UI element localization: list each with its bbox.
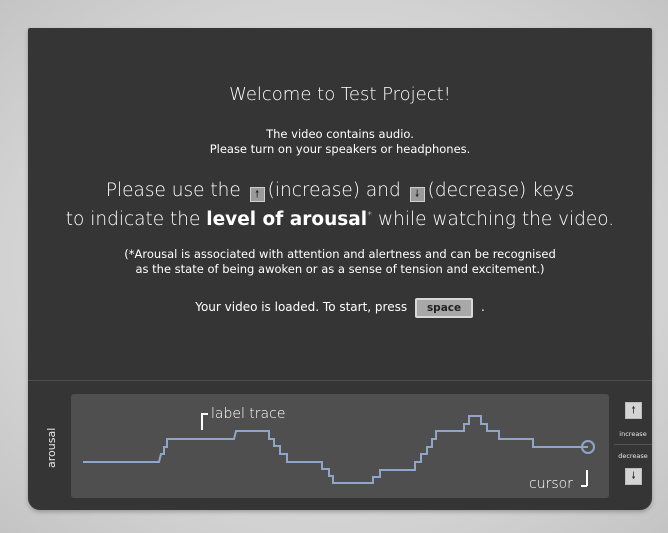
instruction-line2: to indicate the level of arousal* while … — [28, 203, 652, 232]
control-separator — [614, 444, 652, 445]
trace-svg: label trace cursor — [83, 406, 595, 492]
start-prompt-suffix: . — [480, 300, 485, 314]
trace-area: label trace cursor — [71, 394, 609, 498]
instruction-part1: Please use the — [105, 180, 241, 201]
arrow-up-icon[interactable]: 🠕 — [625, 402, 642, 419]
arrow-down-icon[interactable]: 🠗 — [625, 468, 642, 485]
arousal-axis-label: arousal — [45, 427, 58, 468]
decrease-label: decrease — [618, 452, 648, 460]
increase-text: (increase) and — [267, 180, 401, 201]
instruction-part2: to indicate the — [65, 209, 201, 231]
task-panel: Welcome to Test Project! The video conta… — [28, 28, 652, 510]
arousal-emphasis: level of arousal — [206, 209, 368, 231]
welcome-title: Welcome to Test Project! — [229, 84, 451, 105]
instruction-text: Please use the 🠕 (increase) and 🠗 (decreas… — [28, 178, 652, 232]
audio-notice: The video contains audio. Please turn on… — [28, 127, 652, 157]
note-line2: as the state of being awoken or as a sen… — [135, 262, 545, 276]
control-buttons: 🠕 increase decrease 🠗 — [614, 400, 652, 496]
label-trace-line — [83, 415, 588, 484]
cursor-label: cursor — [529, 476, 573, 492]
label-trace-text: label trace — [211, 406, 285, 422]
divider — [28, 380, 652, 381]
increase-label: increase — [619, 430, 647, 438]
start-prompt: Your video is loaded. To start, press sp… — [28, 298, 652, 318]
instruction-line1: Please use the 🠕 (increase) and 🠗 (decreas… — [28, 178, 652, 203]
audio-notice-line1: The video contains audio. — [266, 127, 414, 141]
arrow-up-key-icon: 🠕 — [249, 187, 265, 202]
arousal-note: (*Arousal is associated with attention a… — [28, 247, 652, 277]
label-trace-bracket-icon — [201, 413, 208, 430]
arrow-down-key-icon: 🠗 — [409, 187, 425, 202]
instructions-area: Welcome to Test Project! The video conta… — [28, 28, 652, 380]
note-line1: (*Arousal is associated with attention a… — [124, 247, 556, 261]
space-key-button[interactable]: space — [414, 298, 474, 318]
start-prompt-text: Your video is loaded. To start, press — [195, 300, 408, 314]
asterisk: * — [367, 210, 373, 221]
audio-notice-line2: Please turn on your speakers or headphon… — [209, 142, 471, 156]
decrease-text: (decrease) keys — [427, 180, 575, 201]
instruction-part3: while watching the video. — [377, 209, 615, 231]
cursor-bracket-icon — [581, 470, 588, 487]
